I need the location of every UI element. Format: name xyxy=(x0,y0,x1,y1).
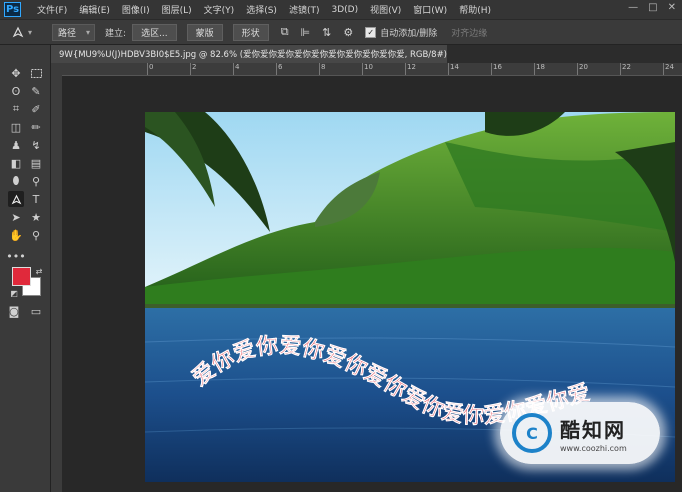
swap-colors-icon[interactable]: ⇄ xyxy=(31,263,47,279)
menu-edit[interactable]: 编辑(E) xyxy=(73,3,116,16)
menu-bar: Ps 文件(F) 编辑(E) 图像(I) 图层(L) 文字(Y) 选择(S) 滤… xyxy=(0,0,682,19)
pen-icon xyxy=(12,26,24,38)
eyedropper-tool-icon[interactable]: ✐ xyxy=(28,101,44,117)
align-edges-label[interactable]: 对齐边缘 xyxy=(451,26,487,39)
menu-help[interactable]: 帮助(H) xyxy=(453,3,497,16)
crop-tool-icon[interactable]: ⌗ xyxy=(8,101,24,117)
lasso-tool-icon[interactable]: ʘ xyxy=(8,83,24,99)
ruler-tick: 4 xyxy=(232,63,240,75)
type-tool-icon[interactable]: T xyxy=(28,191,44,207)
ruler-tick: 22 xyxy=(620,63,631,75)
chevron-down-icon: ▾ xyxy=(28,27,33,37)
quick-selection-tool-icon[interactable]: ✎ xyxy=(28,83,44,99)
menu-select[interactable]: 选择(S) xyxy=(240,3,283,16)
blur-tool-icon[interactable]: ⬮ xyxy=(8,173,24,189)
ruler-tick: 24 xyxy=(663,63,674,75)
app-logo: Ps xyxy=(4,2,21,17)
menu-window[interactable]: 窗口(W) xyxy=(407,3,453,16)
menu-file[interactable]: 文件(F) xyxy=(31,3,73,16)
ruler-tick: 12 xyxy=(405,63,416,75)
gradient-tool-icon[interactable]: ▤ xyxy=(28,155,44,171)
marquee-tool-icon[interactable] xyxy=(28,65,44,81)
document-tab-bar: 9W{MU9%U(J)HDBV3BI0$E5.jpg @ 82.6% (爱你爱你… xyxy=(51,45,682,63)
ruler-tick: 16 xyxy=(491,63,502,75)
menu-type[interactable]: 文字(Y) xyxy=(198,3,241,16)
screen-mode-icon[interactable]: ▭ xyxy=(28,303,44,319)
options-bar: ▾ 路径 建立: 选区... 蒙版 形状 ⧉ ⊫ ⇅ ⚙ ✓ 自动添加/删除 对… xyxy=(0,19,682,45)
horizontal-ruler[interactable]: 0 2 4 6 8 10 12 14 16 18 20 22 24 xyxy=(62,63,682,76)
ruler-tick: 2 xyxy=(189,63,197,75)
ruler-tick: 8 xyxy=(318,63,326,75)
document-tab-title: 9W{MU9%U(J)HDBV3BI0$E5.jpg @ 82.6% (爱你爱你… xyxy=(59,50,447,60)
eraser-tool-icon[interactable]: ◧ xyxy=(8,155,24,171)
path-selection-tool-icon[interactable]: ➤ xyxy=(8,209,24,225)
dodge-tool-icon[interactable]: ⚲ xyxy=(28,173,44,189)
window-controls: — □ ✕ xyxy=(628,2,676,13)
menu-3d[interactable]: 3D(D) xyxy=(325,5,364,15)
gear-icon[interactable]: ⚙ xyxy=(343,26,353,39)
site-watermark: C 酷知网 www.coozhi.com xyxy=(500,402,660,464)
foreground-color-swatch[interactable] xyxy=(12,267,31,286)
custom-shape-tool-icon[interactable]: ★ xyxy=(28,209,44,225)
menu-image[interactable]: 图像(I) xyxy=(116,3,156,16)
more-tools-icon[interactable]: ••• xyxy=(6,248,25,264)
menu-filter[interactable]: 滤镜(T) xyxy=(283,3,326,16)
brush-tool-icon[interactable]: ✏ xyxy=(28,119,44,135)
path-alignment-icon[interactable]: ⊫ xyxy=(301,26,311,39)
menu-view[interactable]: 视图(V) xyxy=(364,3,407,16)
watermark-url: www.coozhi.com xyxy=(560,443,627,453)
mode-select[interactable]: 路径 xyxy=(52,23,96,41)
shape-button[interactable]: 形状 xyxy=(232,23,269,41)
history-brush-tool-icon[interactable]: ↯ xyxy=(28,137,44,153)
minimize-button[interactable]: — xyxy=(628,2,638,13)
make-label: 建立: xyxy=(105,28,127,39)
tools-panel: ✥ ʘ ✎ ⌗ ✐ ◫ ✏ ♟ ↯ ◧ ▤ ⬮ ⚲ T ➤ ★ ✋ ⚲ ••• … xyxy=(0,45,51,492)
move-tool-icon[interactable]: ✥ xyxy=(8,65,24,81)
hand-tool-icon[interactable]: ✋ xyxy=(8,227,24,243)
watermark-title: 酷知网 xyxy=(560,417,626,442)
menu-layer[interactable]: 图层(L) xyxy=(156,3,198,16)
watermark-logo-icon: C xyxy=(512,413,552,453)
quick-mask-icon[interactable]: ◙ xyxy=(6,303,22,319)
ruler-tick: 18 xyxy=(534,63,545,75)
path-arrangement-icon[interactable]: ⇅ xyxy=(322,26,331,39)
zoom-tool-icon[interactable]: ⚲ xyxy=(28,227,44,243)
ruler-origin[interactable] xyxy=(51,63,62,75)
clone-stamp-tool-icon[interactable]: ♟ xyxy=(8,137,24,153)
maximize-button[interactable]: □ xyxy=(648,2,657,13)
healing-brush-tool-icon[interactable]: ◫ xyxy=(8,119,24,135)
default-colors-icon[interactable]: ◩ xyxy=(6,285,22,301)
auto-add-delete-label: 自动添加/删除 xyxy=(380,28,438,39)
document-tab[interactable]: 9W{MU9%U(J)HDBV3BI0$E5.jpg @ 82.6% (爱你爱你… xyxy=(51,45,447,63)
ruler-tick: 14 xyxy=(448,63,459,75)
tool-preset-picker[interactable]: ▾ xyxy=(12,26,46,38)
close-window-button[interactable]: ✕ xyxy=(668,2,676,13)
ruler-tick: 0 xyxy=(146,63,154,75)
auto-add-delete-checkbox[interactable]: ✓ xyxy=(365,26,377,38)
ruler-tick: 6 xyxy=(275,63,283,75)
path-operations-icon[interactable]: ⧉ xyxy=(281,25,289,39)
pen-tool-icon[interactable] xyxy=(8,191,24,207)
ruler-tick: 20 xyxy=(577,63,588,75)
selection-button[interactable]: 选区... xyxy=(132,23,177,41)
mask-button[interactable]: 蒙版 xyxy=(186,23,223,41)
ruler-tick: 10 xyxy=(362,63,373,75)
